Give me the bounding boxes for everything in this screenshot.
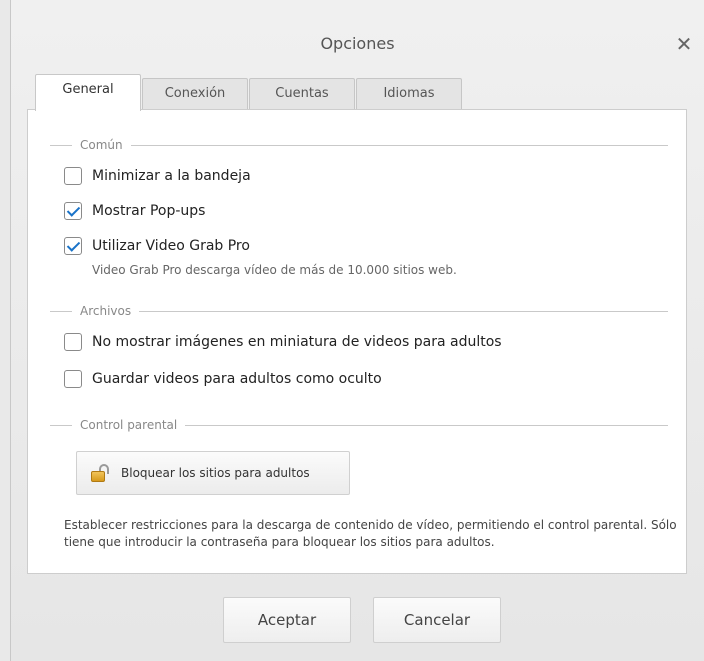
- tab-general[interactable]: General: [35, 74, 141, 111]
- section-common: Común: [50, 136, 668, 154]
- grabpro-option[interactable]: Utilizar Video Grab Pro: [64, 235, 250, 257]
- save-hidden-option[interactable]: Guardar videos para adultos como oculto: [64, 368, 382, 390]
- grabpro-description: Video Grab Pro descarga vídeo de más de …: [92, 263, 457, 277]
- no-thumbnails-checkbox[interactable]: [64, 333, 82, 351]
- parental-description: Establecer restricciones para la descarg…: [64, 518, 677, 549]
- tab-accounts[interactable]: Cuentas: [249, 78, 355, 110]
- save-hidden-label: Guardar videos para adultos como oculto: [92, 371, 382, 387]
- general-panel: Común Minimizar a la bandeja Mostrar Pop…: [27, 109, 687, 574]
- tab-connection[interactable]: Conexión: [142, 78, 248, 110]
- grabpro-label: Utilizar Video Grab Pro: [92, 238, 250, 254]
- ok-button[interactable]: Aceptar: [223, 597, 351, 643]
- grabpro-checkbox[interactable]: [64, 237, 82, 255]
- minimize-label: Minimizar a la bandeja: [92, 168, 251, 184]
- tab-languages[interactable]: Idiomas: [356, 78, 462, 110]
- divider: [50, 311, 72, 312]
- dialog-title: Opciones: [320, 34, 395, 53]
- minimize-option[interactable]: Minimizar a la bandeja: [64, 165, 251, 187]
- divider: [80, 145, 668, 146]
- popups-checkbox[interactable]: [64, 202, 82, 220]
- block-adult-sites-button[interactable]: Bloquear los sitios para adultos: [76, 451, 350, 495]
- divider: [50, 145, 72, 146]
- section-label: Archivos: [80, 302, 140, 320]
- section-label: Control parental: [80, 416, 186, 434]
- options-dialog: Opciones ✕ General Conexión Cuentas Idio…: [10, 0, 704, 661]
- padlock-open-icon: [91, 464, 111, 482]
- section-label: Común: [80, 136, 131, 154]
- close-icon[interactable]: ✕: [672, 30, 696, 58]
- popups-option[interactable]: Mostrar Pop-ups: [64, 200, 205, 222]
- no-thumbnails-option[interactable]: No mostrar imágenes en miniatura de vide…: [64, 331, 502, 353]
- section-parental: Control parental: [50, 416, 668, 434]
- popups-label: Mostrar Pop-ups: [92, 203, 206, 219]
- minimize-checkbox[interactable]: [64, 167, 82, 185]
- divider: [50, 425, 72, 426]
- section-files: Archivos: [50, 302, 668, 320]
- divider: [80, 311, 668, 312]
- block-adult-sites-label: Bloquear los sitios para adultos: [121, 466, 310, 480]
- cancel-button[interactable]: Cancelar: [373, 597, 501, 643]
- no-thumbnails-label: No mostrar imágenes en miniatura de vide…: [92, 334, 502, 350]
- save-hidden-checkbox[interactable]: [64, 370, 82, 388]
